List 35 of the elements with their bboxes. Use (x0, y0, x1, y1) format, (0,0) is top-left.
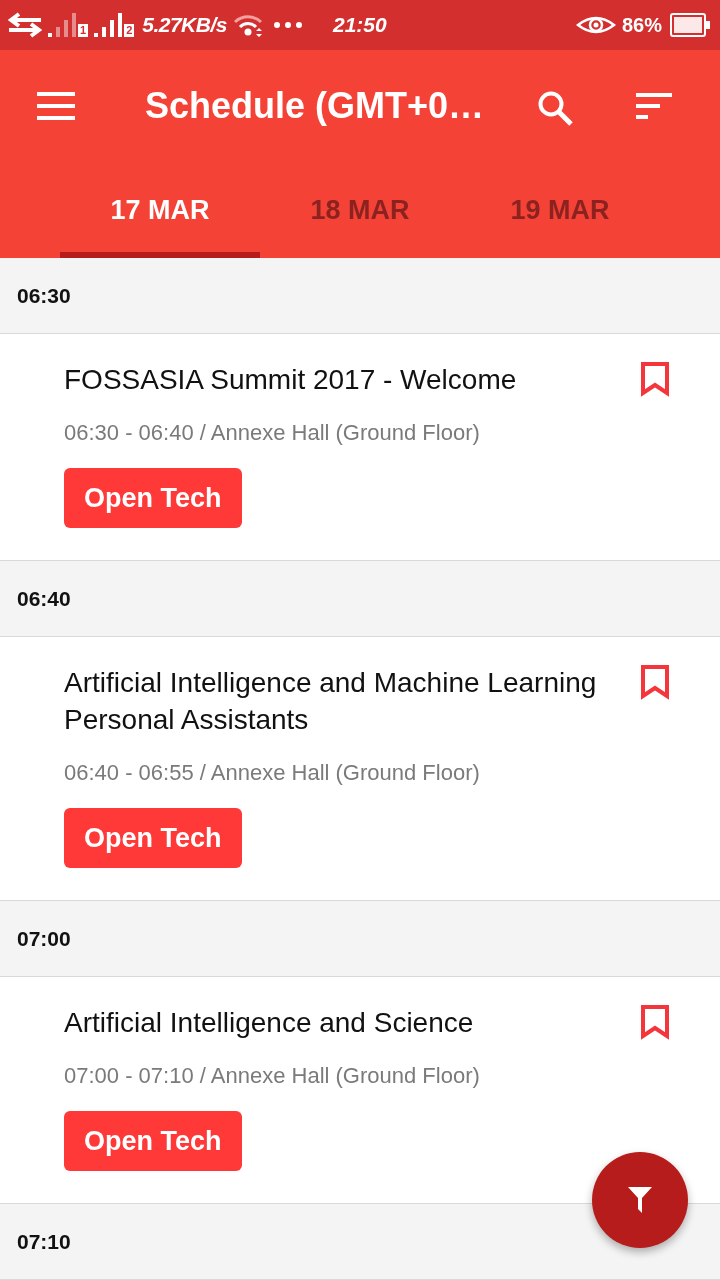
session-details: 07:00 - 07:10 / Annexe Hall (Ground Floor) (64, 1062, 480, 1090)
wifi-icon (232, 12, 263, 38)
menu-icon[interactable] (37, 92, 75, 120)
session-title: Artificial Intelligence and Machine Learning Personal Assistants (64, 666, 598, 737)
bookmark-icon[interactable] (640, 664, 670, 700)
track-tag-button[interactable]: Open Tech (64, 468, 242, 528)
sim-number: 1 (78, 24, 89, 37)
filter-icon (628, 1187, 652, 1213)
sort-icon[interactable] (636, 93, 672, 119)
session-title: FOSSASIA Summit 2017 - Welcome (64, 363, 518, 397)
screen-title: Schedule (GMT+0… (145, 85, 486, 127)
bookmark-icon[interactable] (640, 361, 670, 397)
battery-icon (670, 13, 710, 37)
data-transfer-arrows-icon (8, 12, 42, 38)
time-slot-label: 07:10 (17, 1229, 71, 1254)
network-speed: 5.27KB/s (142, 13, 227, 37)
track-tag-button[interactable]: Open Tech (64, 808, 242, 868)
signal-icon (94, 13, 123, 37)
battery-percent: 86% (621, 13, 662, 37)
bookmark-icon[interactable] (640, 1004, 670, 1040)
signal-icon (48, 13, 76, 37)
eye-icon (575, 14, 616, 36)
date-tab[interactable]: 18 MAR (260, 162, 460, 258)
session-details: 06:30 - 06:40 / Annexe Hall (Ground Floor) (64, 419, 480, 447)
time-slot-label: 06:30 (17, 283, 71, 308)
track-tag-button[interactable]: Open Tech (64, 1111, 242, 1171)
date-tab[interactable]: 19 MAR (460, 162, 660, 258)
sim-number: 2 (124, 24, 135, 37)
time-slot-label: 07:00 (17, 926, 71, 951)
clock-time: 21:50 (332, 13, 387, 37)
time-slot-label: 06:40 (17, 586, 71, 611)
more-dots-icon (272, 21, 303, 29)
search-icon[interactable] (537, 90, 573, 126)
session-details: 06:40 - 06:55 / Annexe Hall (Ground Floor) (64, 759, 480, 787)
session-title: Artificial Intelligence and Science (64, 1006, 475, 1040)
